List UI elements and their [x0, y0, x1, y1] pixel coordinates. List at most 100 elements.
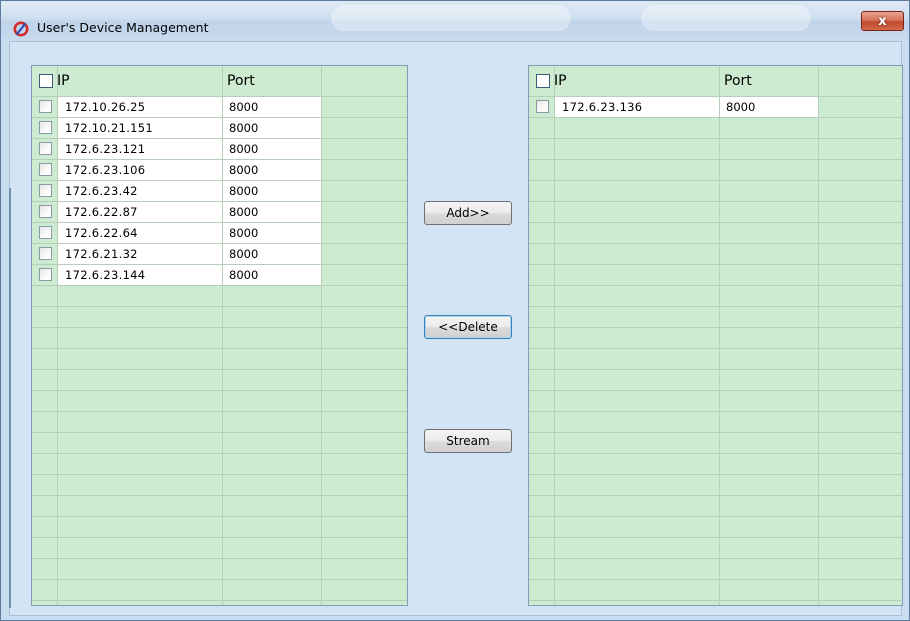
- row-divider: [32, 180, 407, 181]
- column-divider: [321, 66, 322, 605]
- column-divider: [554, 66, 555, 605]
- row-divider: [529, 306, 902, 307]
- ip-cell: 172.6.23.42: [58, 181, 222, 201]
- row-divider: [529, 201, 902, 202]
- row-checkbox[interactable]: [39, 121, 52, 134]
- table-row[interactable]: 172.10.21.151 8000: [32, 118, 407, 139]
- row-divider: [32, 453, 407, 454]
- list-header: IP Port: [32, 66, 407, 97]
- row-divider: [529, 432, 902, 433]
- stream-button[interactable]: Stream: [424, 429, 512, 453]
- port-cell: 8000: [223, 223, 321, 243]
- port-cell: 8000: [223, 160, 321, 180]
- ip-cell: 172.6.23.106: [58, 160, 222, 180]
- row-divider: [529, 600, 902, 601]
- ip-cell: 172.6.21.32: [58, 244, 222, 264]
- row-divider: [32, 117, 407, 118]
- row-divider: [32, 285, 407, 286]
- column-header-port[interactable]: Port: [227, 73, 255, 89]
- table-row[interactable]: 172.6.23.42 8000: [32, 181, 407, 202]
- table-row[interactable]: 172.6.22.87 8000: [32, 202, 407, 223]
- row-divider: [32, 495, 407, 496]
- window-title: User's Device Management: [37, 20, 209, 35]
- ip-cell: 172.6.23.121: [58, 139, 222, 159]
- row-divider: [529, 411, 902, 412]
- column-header-port[interactable]: Port: [724, 73, 752, 89]
- list-rows: 172.6.23.136 8000: [529, 97, 902, 118]
- row-checkbox[interactable]: [39, 184, 52, 197]
- ip-cell: 172.6.23.136: [555, 97, 719, 117]
- row-divider: [32, 159, 407, 160]
- row-divider: [32, 201, 407, 202]
- row-divider: [32, 558, 407, 559]
- row-divider: [32, 243, 407, 244]
- row-divider: [529, 453, 902, 454]
- row-divider: [529, 159, 902, 160]
- port-cell: 8000: [223, 97, 321, 117]
- row-divider: [529, 243, 902, 244]
- select-all-checkbox[interactable]: [39, 74, 53, 88]
- row-divider: [529, 264, 902, 265]
- row-divider: [529, 222, 902, 223]
- available-devices-list[interactable]: IP Port 172.10.26.25 8000 172.10.21.151 800…: [31, 65, 408, 606]
- ip-cell: 172.6.22.64: [58, 223, 222, 243]
- port-cell: 8000: [223, 265, 321, 285]
- port-cell: 8000: [720, 97, 818, 117]
- row-divider: [32, 222, 407, 223]
- table-row[interactable]: 172.10.26.25 8000: [32, 97, 407, 118]
- row-divider: [32, 327, 407, 328]
- column-header-ip[interactable]: IP: [57, 73, 70, 89]
- column-divider: [818, 66, 819, 605]
- selected-devices-list[interactable]: IP Port 172.6.23.136 8000: [528, 65, 903, 606]
- table-row[interactable]: 172.6.22.64 8000: [32, 223, 407, 244]
- row-checkbox[interactable]: [39, 100, 52, 113]
- ip-cell: 172.10.26.25: [58, 97, 222, 117]
- close-button[interactable]: x: [861, 11, 904, 31]
- row-divider: [32, 474, 407, 475]
- close-icon: x: [878, 13, 887, 29]
- title-bar[interactable]: User's Device Management x: [1, 1, 909, 39]
- port-cell: 8000: [223, 118, 321, 138]
- row-checkbox[interactable]: [39, 142, 52, 155]
- row-divider: [32, 390, 407, 391]
- row-divider: [529, 558, 902, 559]
- row-checkbox[interactable]: [39, 205, 52, 218]
- ip-cell: 172.6.23.144: [58, 265, 222, 285]
- row-divider: [32, 600, 407, 601]
- table-row[interactable]: 172.6.23.136 8000: [529, 97, 902, 118]
- row-checkbox[interactable]: [536, 100, 549, 113]
- title-glare: [331, 5, 571, 31]
- table-row[interactable]: 172.6.23.106 8000: [32, 160, 407, 181]
- add-button[interactable]: Add>>: [424, 201, 512, 225]
- table-row[interactable]: 172.6.23.144 8000: [32, 265, 407, 286]
- ip-cell: 172.6.22.87: [58, 202, 222, 222]
- column-divider: [719, 66, 720, 605]
- row-divider: [529, 117, 902, 118]
- row-divider: [32, 348, 407, 349]
- row-divider: [32, 369, 407, 370]
- row-checkbox[interactable]: [39, 226, 52, 239]
- table-row[interactable]: 172.6.21.32 8000: [32, 244, 407, 265]
- row-checkbox[interactable]: [39, 163, 52, 176]
- row-divider: [32, 411, 407, 412]
- row-divider: [529, 537, 902, 538]
- row-divider: [32, 306, 407, 307]
- column-divider: [222, 66, 223, 605]
- column-header-ip[interactable]: IP: [554, 73, 567, 89]
- table-row[interactable]: 172.6.23.121 8000: [32, 139, 407, 160]
- row-checkbox[interactable]: [39, 268, 52, 281]
- row-divider: [32, 537, 407, 538]
- delete-button[interactable]: <<Delete: [424, 315, 512, 339]
- row-divider: [529, 579, 902, 580]
- row-divider: [529, 285, 902, 286]
- list-header: IP Port: [529, 66, 902, 97]
- row-divider: [529, 390, 902, 391]
- row-divider: [32, 432, 407, 433]
- select-all-checkbox[interactable]: [536, 74, 550, 88]
- port-cell: 8000: [223, 244, 321, 264]
- window-edge: [9, 188, 11, 608]
- row-checkbox[interactable]: [39, 247, 52, 260]
- row-divider: [32, 516, 407, 517]
- list-rows: 172.10.26.25 8000 172.10.21.151 8000 172.6.2…: [32, 97, 407, 286]
- row-divider: [529, 327, 902, 328]
